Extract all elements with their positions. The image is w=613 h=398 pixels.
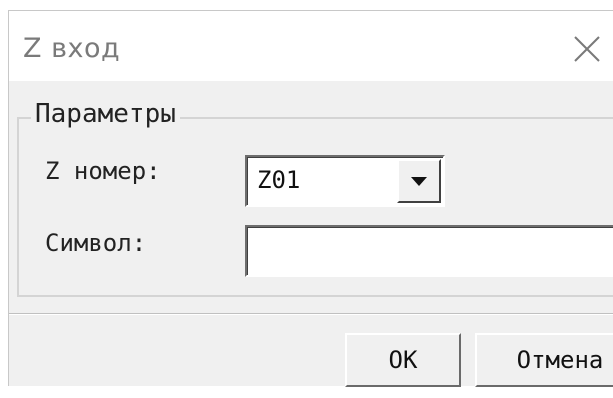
cancel-button[interactable]: Отмена [475,333,613,387]
z-number-dropdown[interactable]: Z01 [245,155,445,207]
parameters-legend: Параметры [31,99,180,129]
footer-separator [9,313,613,315]
chevron-down-icon [411,177,427,186]
close-icon[interactable] [571,33,603,65]
z-number-value: Z01 [257,166,301,194]
ok-button[interactable]: OK [345,333,461,387]
dropdown-button[interactable] [397,159,441,203]
symbol-input[interactable] [245,225,613,277]
z-number-label: Z номер: [45,157,161,185]
dialog-client-area: Параметры Z номер: Z01 Символ: OK Отмена [9,81,613,387]
dialog-window: Z вход Параметры Z номер: Z01 Символ: OK… [0,0,613,398]
window-title: Z вход [23,33,121,64]
symbol-label: Символ: [45,229,147,257]
title-bar[interactable]: Z вход [9,11,613,81]
